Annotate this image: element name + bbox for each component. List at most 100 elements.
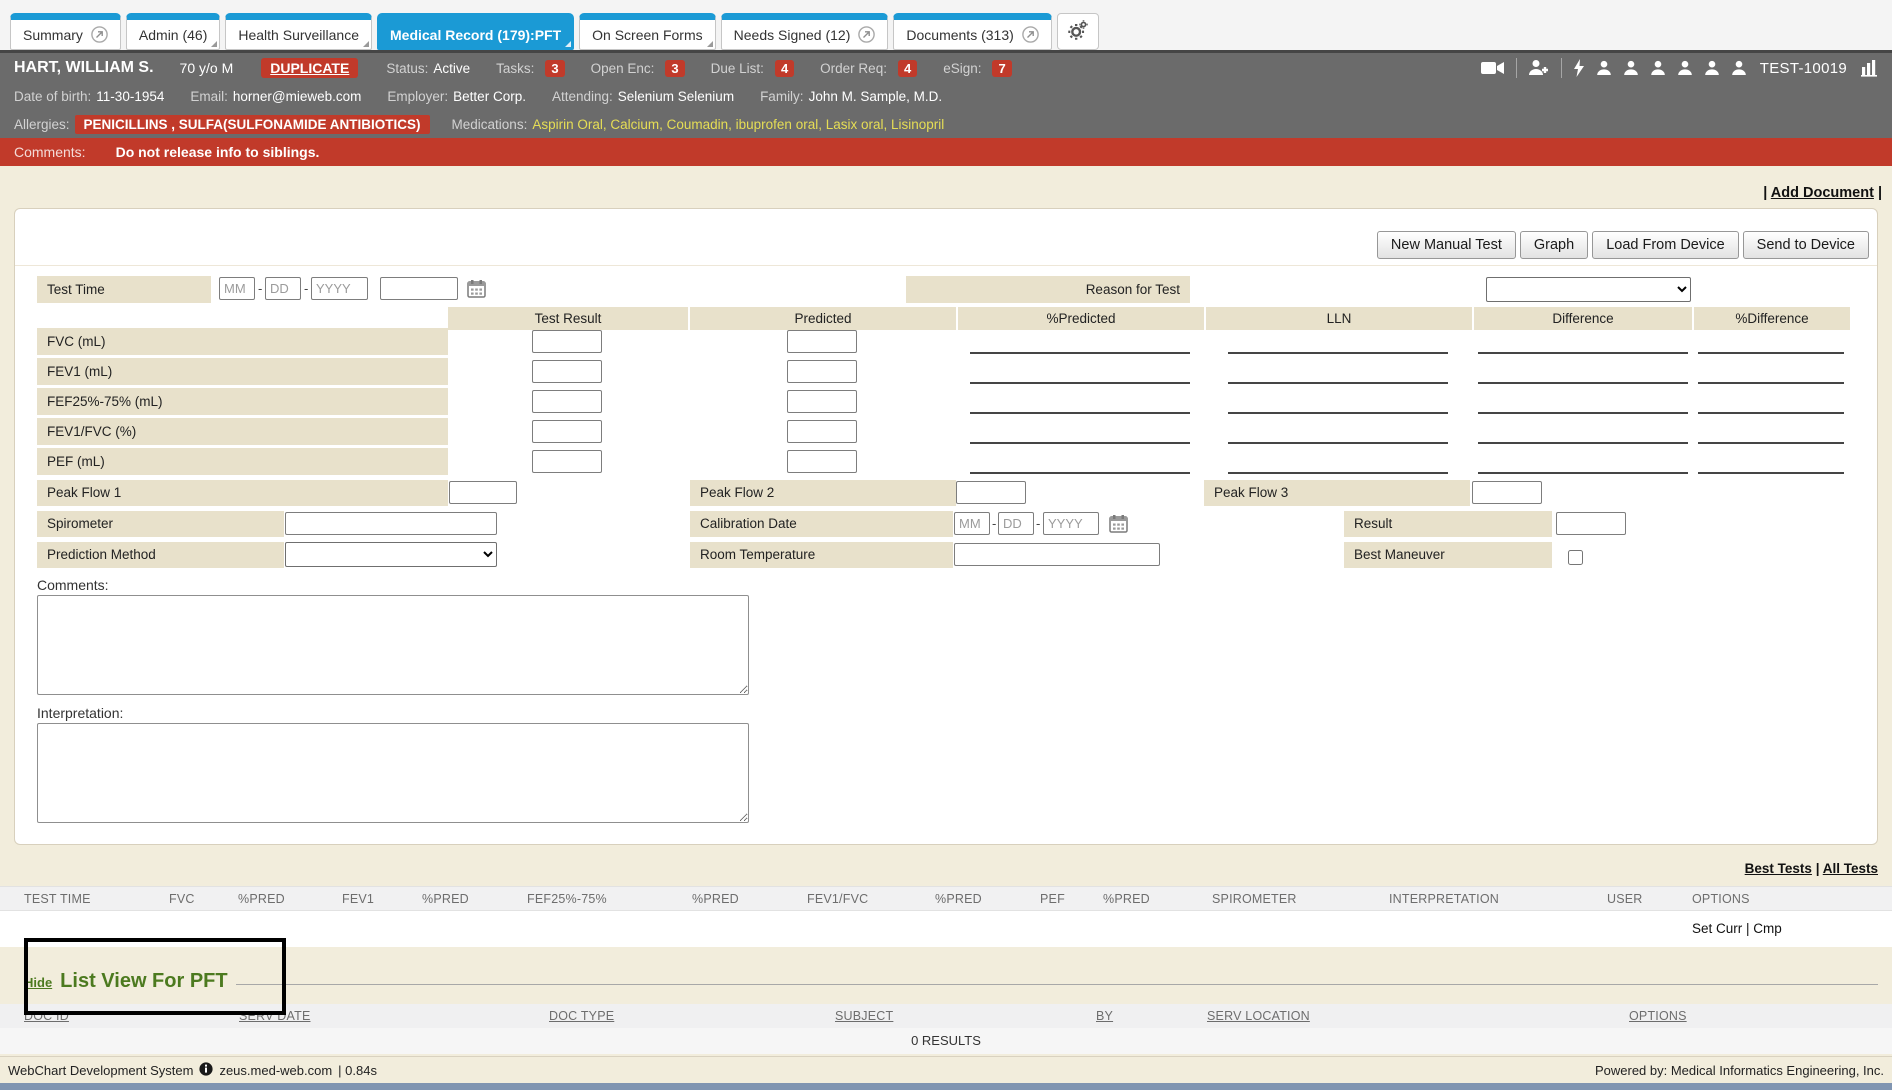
col-doc-type[interactable]: DOC TYPE	[549, 1004, 614, 1028]
form-comments-label: Comments:	[37, 577, 109, 593]
pef-predicted-input[interactable]	[787, 450, 857, 473]
new-manual-test-button[interactable]: New Manual Test	[1377, 231, 1516, 259]
esign-count-badge[interactable]: 7	[992, 60, 1011, 77]
prediction-method-select[interactable]	[285, 542, 497, 567]
tab-summary[interactable]: Summary	[10, 13, 121, 50]
person-icon[interactable]	[1596, 60, 1612, 76]
fev1-predicted-input[interactable]	[787, 360, 857, 383]
col-subject[interactable]: SUBJECT	[835, 1004, 893, 1028]
tab-admin[interactable]: Admin (46)	[126, 13, 220, 50]
calibration-year-input[interactable]	[1043, 512, 1099, 535]
footer-host-link[interactable]: zeus.med-web.com	[219, 1063, 332, 1078]
popout-arrow-icon[interactable]	[91, 26, 108, 43]
col-fvc: FVC	[169, 887, 195, 912]
duplicate-badge[interactable]: DUPLICATE	[261, 58, 358, 78]
row-label: FEF25%-75% (mL)	[37, 388, 448, 415]
send-to-device-button[interactable]: Send to Device	[1743, 231, 1869, 259]
interpretation-label: Interpretation:	[37, 705, 123, 721]
fev1-fvc-test-result-input[interactable]	[532, 420, 602, 443]
calibration-date-label: Calibration Date	[690, 511, 953, 537]
fev1-fvc-predicted-input[interactable]	[787, 420, 857, 443]
popout-arrow-icon[interactable]	[858, 26, 875, 43]
peak-flow-2-label: Peak Flow 2	[690, 480, 956, 506]
result-input[interactable]	[1556, 512, 1626, 535]
pef-test-result-input[interactable]	[532, 450, 602, 473]
email-label: Email:	[190, 89, 228, 104]
chart-id: TEST-10019	[1760, 60, 1847, 77]
due-list-count-badge[interactable]: 4	[775, 60, 794, 77]
value-underline	[970, 418, 1190, 444]
col-pct-difference: %Difference	[1694, 307, 1850, 330]
measure-row-fef: FEF25%-75% (mL)	[15, 388, 1877, 418]
fvc-predicted-input[interactable]	[787, 330, 857, 353]
calibration-day-input[interactable]	[998, 512, 1034, 535]
tab-needs-signed[interactable]: Needs Signed (12)	[721, 13, 889, 50]
tests-filter-links: Best Tests | All Tests	[1745, 861, 1878, 876]
person-icon[interactable]	[1623, 60, 1639, 76]
settings-tab[interactable]	[1057, 13, 1099, 50]
peak-flow-2-input[interactable]	[956, 481, 1026, 504]
interpretation-textarea[interactable]	[37, 723, 749, 823]
tab-health-surveillance[interactable]: Health Surveillance	[225, 13, 372, 50]
fef-predicted-input[interactable]	[787, 390, 857, 413]
tab-bar: Summary Admin (46) Health Surveillance M…	[0, 0, 1892, 50]
reason-for-test-select[interactable]	[1486, 277, 1691, 302]
test-time-day-input[interactable]	[265, 277, 301, 300]
person-icon[interactable]	[1650, 60, 1666, 76]
graph-button[interactable]: Graph	[1520, 231, 1588, 259]
calendar-icon[interactable]	[467, 279, 486, 303]
order-req-count-badge[interactable]: 4	[898, 60, 917, 77]
person-icon[interactable]	[1704, 60, 1720, 76]
peak-flow-1-input[interactable]	[449, 481, 517, 504]
allergies-badge[interactable]: PENICILLINS , SULFA(SULFONAMIDE ANTIBIOT…	[75, 115, 430, 134]
col-pct-predicted: %Predicted	[958, 307, 1204, 330]
patient-comments-bar: Comments: Do not release info to sibling…	[0, 138, 1892, 166]
best-maneuver-checkbox[interactable]	[1568, 550, 1583, 565]
value-underline	[970, 448, 1190, 474]
open-enc-count-badge[interactable]: 3	[665, 60, 684, 77]
form-comments-textarea[interactable]	[37, 595, 749, 695]
fev1-test-result-input[interactable]	[532, 360, 602, 383]
popout-arrow-icon[interactable]	[1022, 26, 1039, 43]
col-serv-location[interactable]: SERV LOCATION	[1207, 1004, 1310, 1028]
all-tests-link[interactable]: All Tests	[1823, 861, 1878, 876]
room-temperature-input[interactable]	[954, 543, 1160, 566]
spirometer-input[interactable]	[285, 512, 497, 535]
patient-name: HART, WILLIAM S.	[14, 59, 154, 77]
set-curr-cmp-links[interactable]: Set Curr | Cmp	[1692, 911, 1782, 947]
tab-on-screen-forms[interactable]: On Screen Forms	[579, 13, 715, 50]
video-camera-icon[interactable]	[1481, 60, 1505, 76]
col-doc-options[interactable]: OPTIONS	[1629, 1004, 1687, 1028]
load-from-device-button[interactable]: Load From Device	[1592, 231, 1738, 259]
test-time-time-input[interactable]	[380, 277, 458, 300]
tasks-count-badge[interactable]: 3	[545, 60, 564, 77]
test-time-month-input[interactable]	[219, 277, 255, 300]
results-table-header: TEST TIME FVC %PRED FEV1 %PRED FEF25%-75…	[0, 886, 1892, 911]
tab-medical-record[interactable]: Medical Record (179):PFT	[377, 13, 574, 50]
col-difference: Difference	[1474, 307, 1692, 330]
col-by[interactable]: BY	[1096, 1004, 1113, 1028]
esign-label: eSign:	[943, 61, 981, 76]
calibration-month-input[interactable]	[954, 512, 990, 535]
calendar-icon[interactable]	[1109, 514, 1128, 538]
person-icon[interactable]	[1731, 60, 1747, 76]
person-add-icon[interactable]	[1528, 59, 1550, 77]
test-time-year-input[interactable]	[311, 277, 368, 300]
info-icon[interactable]	[199, 1062, 213, 1079]
divider	[15, 265, 1877, 266]
person-icon[interactable]	[1677, 60, 1693, 76]
tab-label: Documents (313)	[906, 27, 1013, 43]
tab-documents[interactable]: Documents (313)	[893, 13, 1051, 50]
list-view-section-header: Hide List View For PFT	[24, 970, 1878, 993]
fvc-test-result-input[interactable]	[532, 330, 602, 353]
peak-flow-3-input[interactable]	[1472, 481, 1542, 504]
bottom-scrollbar[interactable]	[0, 1083, 1892, 1090]
lightning-icon[interactable]	[1573, 59, 1585, 77]
medications-list[interactable]: Aspirin Oral, Calcium, Coumadin, ibuprof…	[532, 117, 944, 132]
bar-chart-icon[interactable]	[1860, 59, 1878, 77]
add-document-links: | Add Document |	[1763, 185, 1882, 201]
best-tests-link[interactable]: Best Tests	[1745, 861, 1812, 876]
add-document-link[interactable]: Add Document	[1771, 185, 1874, 201]
fef-test-result-input[interactable]	[532, 390, 602, 413]
due-list-label: Due List:	[711, 61, 764, 76]
